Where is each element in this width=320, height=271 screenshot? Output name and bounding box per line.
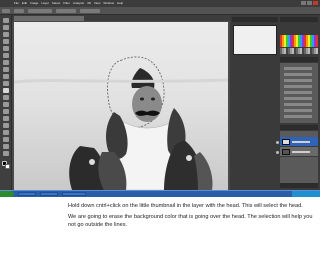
maximize-icon[interactable]	[307, 1, 312, 5]
adjustment-item[interactable]	[284, 67, 312, 70]
adjustment-item[interactable]	[284, 85, 312, 88]
brush-size-dropdown[interactable]	[14, 9, 24, 13]
adjustment-item[interactable]	[284, 97, 312, 100]
mode-dropdown[interactable]	[28, 9, 52, 13]
taskbar-item[interactable]	[18, 192, 36, 196]
caption-line-1: Hold down cntrl+click on the little thum…	[68, 203, 303, 209]
menu-analysis[interactable]: Analysis	[73, 1, 84, 5]
move-icon[interactable]	[3, 18, 9, 23]
zoom-icon[interactable]	[3, 151, 9, 156]
navigator-thumbnail[interactable]	[233, 25, 277, 55]
left-fish-shape	[106, 112, 128, 159]
caption-line-2: We are going to erase the background col…	[68, 213, 313, 228]
tool-preset-icon[interactable]	[2, 9, 10, 13]
minimize-icon[interactable]	[301, 1, 306, 5]
layer-name	[292, 151, 310, 153]
menu-edit[interactable]: Edit	[22, 1, 27, 5]
system-tray	[292, 191, 320, 197]
options-bar	[0, 7, 320, 15]
adjustment-item[interactable]	[284, 103, 312, 106]
window-controls	[301, 1, 318, 5]
swatches-gray-strip[interactable]	[280, 48, 318, 54]
document-tab-bar	[12, 15, 230, 21]
photoshop-screenshot: File Edit Image Layer Select Filter Anal…	[0, 0, 320, 197]
adjustment-item[interactable]	[284, 91, 312, 94]
adjustment-item[interactable]	[284, 109, 312, 112]
layers-panel-tab[interactable]	[280, 125, 318, 130]
navigator-panel-tab[interactable]	[232, 17, 278, 22]
eraser-icon[interactable]	[3, 88, 9, 93]
shape-icon[interactable]	[3, 137, 9, 142]
canvas-artwork	[14, 56, 228, 190]
layer-row-head[interactable]	[280, 137, 318, 147]
menu-help[interactable]: Help	[117, 1, 123, 5]
menu-select[interactable]: Select	[52, 1, 60, 5]
menu-3d[interactable]: 3D	[87, 1, 91, 5]
hair-shape	[131, 68, 155, 88]
menu-layer[interactable]: Layer	[41, 1, 49, 5]
taskbar-item[interactable]	[62, 192, 86, 196]
marquee-icon[interactable]	[3, 25, 9, 30]
start-button[interactable]	[0, 191, 14, 197]
history-brush-icon[interactable]	[3, 81, 9, 86]
toolbox	[0, 15, 12, 190]
blur-icon[interactable]	[3, 102, 9, 107]
adjustment-item[interactable]	[284, 73, 312, 76]
face-shape	[132, 86, 162, 122]
close-icon[interactable]	[313, 1, 318, 5]
crop-icon[interactable]	[3, 46, 9, 51]
pen-icon[interactable]	[3, 116, 9, 121]
eye-icon[interactable]	[276, 151, 279, 154]
adjustment-item[interactable]	[284, 115, 312, 118]
brush-icon[interactable]	[3, 67, 9, 72]
opacity-field[interactable]	[56, 9, 76, 13]
quick-select-icon[interactable]	[3, 39, 9, 44]
adjustment-item[interactable]	[284, 79, 312, 82]
layer-name	[292, 141, 310, 143]
color-panel-tab[interactable]	[280, 17, 318, 22]
menu-window[interactable]: Window	[103, 1, 114, 5]
swatches-strip[interactable]	[280, 35, 318, 47]
menu-file[interactable]: File	[14, 1, 19, 5]
type-icon[interactable]	[3, 123, 9, 128]
layer-thumbnail[interactable]	[282, 149, 290, 155]
tutorial-caption: Hold down cntrl+click on the little thum…	[68, 202, 318, 229]
menu-image[interactable]: Image	[30, 1, 38, 5]
menu-bar: File Edit Image Layer Select Filter Anal…	[14, 1, 123, 5]
adjustments-panel-tab[interactable]	[280, 57, 318, 62]
eye-icon[interactable]	[276, 141, 279, 144]
healing-icon[interactable]	[3, 60, 9, 65]
menu-filter[interactable]: Filter	[63, 1, 70, 5]
layer-row-background[interactable]	[280, 147, 318, 157]
taskbar-item[interactable]	[40, 192, 58, 196]
eyedropper-icon[interactable]	[3, 53, 9, 58]
layers-footer-buttons[interactable]	[280, 183, 318, 188]
windows-taskbar	[0, 190, 320, 197]
clone-stamp-icon[interactable]	[3, 74, 9, 79]
flow-field[interactable]	[80, 9, 100, 13]
document-tab[interactable]	[14, 16, 84, 21]
path-select-icon[interactable]	[3, 130, 9, 135]
layer-thumbnail[interactable]	[282, 139, 290, 145]
document-canvas[interactable]	[14, 22, 228, 190]
hand-icon[interactable]	[3, 144, 9, 149]
title-bar: File Edit Image Layer Select Filter Anal…	[0, 0, 320, 7]
dodge-icon[interactable]	[3, 109, 9, 114]
menu-view[interactable]: View	[94, 1, 100, 5]
gradient-icon[interactable]	[3, 95, 9, 100]
background-color-swatch[interactable]	[5, 164, 10, 169]
lasso-icon[interactable]	[3, 32, 9, 37]
